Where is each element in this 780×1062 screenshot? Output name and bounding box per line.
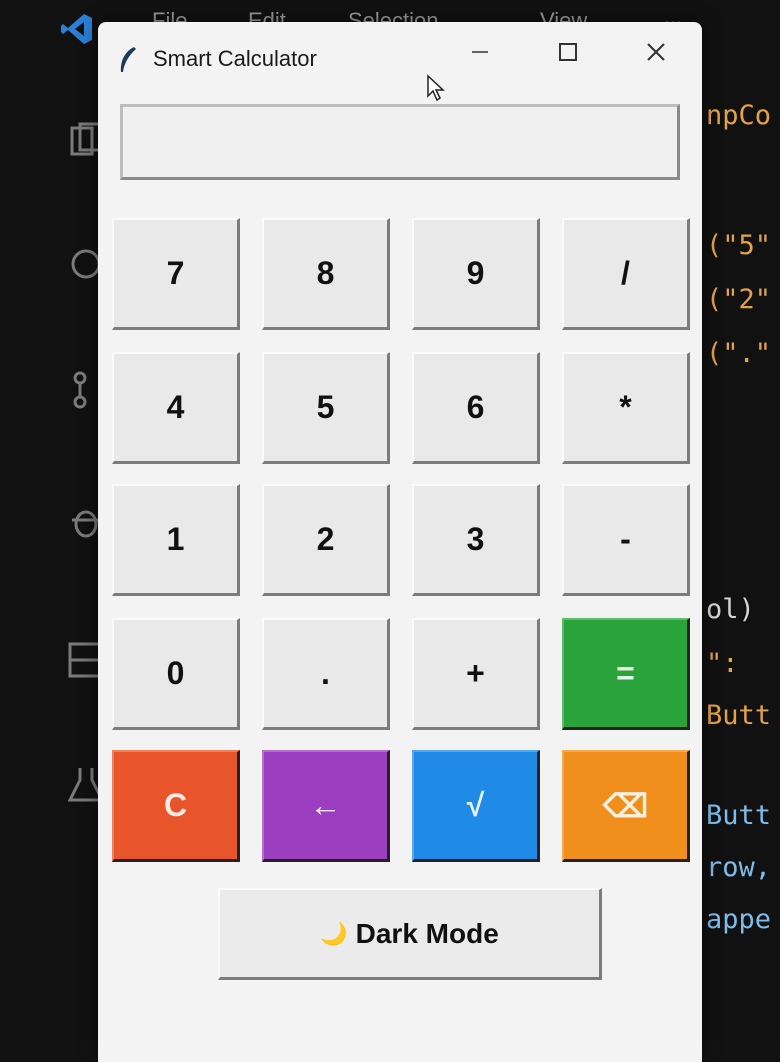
- add-button[interactable]: +: [412, 618, 540, 730]
- close-button[interactable]: [626, 32, 686, 72]
- key-9[interactable]: 9: [412, 218, 540, 330]
- key-6[interactable]: 6: [412, 352, 540, 464]
- code-line: Butt: [706, 800, 772, 831]
- key-label: *: [619, 389, 632, 425]
- key-label: +: [466, 655, 485, 691]
- key-label: √: [466, 787, 485, 823]
- key-8[interactable]: 8: [262, 218, 390, 330]
- key-label: .: [321, 655, 330, 691]
- key-3[interactable]: 3: [412, 484, 540, 596]
- subtract-button[interactable]: -: [562, 484, 690, 596]
- key-0[interactable]: 0: [112, 618, 240, 730]
- dark-mode-button[interactable]: 🌙 Dark Mode: [218, 888, 602, 980]
- key-label: 7: [166, 255, 185, 291]
- key-label: 9: [466, 255, 485, 291]
- minimize-icon: [472, 51, 488, 53]
- code-line: Butt: [706, 700, 772, 731]
- expression-entry[interactable]: [120, 104, 680, 180]
- code-line: row,: [706, 852, 772, 883]
- key-label: =: [616, 655, 635, 691]
- key-label: 0: [166, 655, 185, 691]
- divide-button[interactable]: /: [562, 218, 690, 330]
- key-label: 2: [316, 521, 335, 557]
- key-label: /: [621, 255, 630, 291]
- sqrt-button[interactable]: √: [412, 750, 540, 862]
- key-7[interactable]: 7: [112, 218, 240, 330]
- code-line: appe: [706, 904, 772, 935]
- key-label: 4: [166, 389, 185, 425]
- equals-button[interactable]: =: [562, 618, 690, 730]
- code-line: ("2": [706, 284, 772, 315]
- key-label: 6: [466, 389, 485, 425]
- key-label: 1: [166, 521, 185, 557]
- code-line: ("5": [706, 230, 772, 261]
- key-4[interactable]: 4: [112, 352, 240, 464]
- close-icon: [647, 43, 665, 61]
- code-line: npCo: [706, 100, 772, 131]
- key-label: ⌫: [602, 787, 649, 824]
- key-1[interactable]: 1: [112, 484, 240, 596]
- window-title: Smart Calculator: [153, 46, 317, 71]
- vscode-logo-icon: [61, 14, 92, 44]
- key-2[interactable]: 2: [262, 484, 390, 596]
- key-label: 5: [316, 389, 335, 425]
- minimize-button[interactable]: [450, 32, 510, 72]
- maximize-button[interactable]: [538, 32, 598, 72]
- mouse-cursor-icon: [427, 74, 445, 102]
- titlebar[interactable]: Smart Calculator: [98, 22, 702, 92]
- moon-icon: 🌙: [320, 920, 348, 946]
- dark-mode-label: Dark Mode: [355, 917, 499, 949]
- multiply-button[interactable]: *: [562, 352, 690, 464]
- maximize-icon: [559, 43, 577, 61]
- key-label: 3: [466, 521, 485, 557]
- code-line: ":: [706, 648, 739, 679]
- calculator-window: Smart Calculator 7 8 9 / 4 5 6 * 1 2 3 - 0. + = C ← √ ⌫ 🌙 …: [98, 22, 702, 1062]
- key-label: 8: [316, 255, 335, 291]
- code-line: (".": [706, 338, 772, 369]
- key-5[interactable]: 5: [262, 352, 390, 464]
- decimal-button[interactable]: .: [262, 618, 390, 730]
- backspace-button[interactable]: ←: [262, 750, 390, 862]
- feather-app-icon: [120, 47, 136, 72]
- key-label: C: [163, 787, 188, 823]
- key-label: -: [620, 521, 631, 557]
- code-line: ol): [706, 594, 755, 625]
- delete-button[interactable]: ⌫: [562, 750, 690, 862]
- key-label: ←: [309, 787, 342, 823]
- clear-button[interactable]: C: [112, 750, 240, 862]
